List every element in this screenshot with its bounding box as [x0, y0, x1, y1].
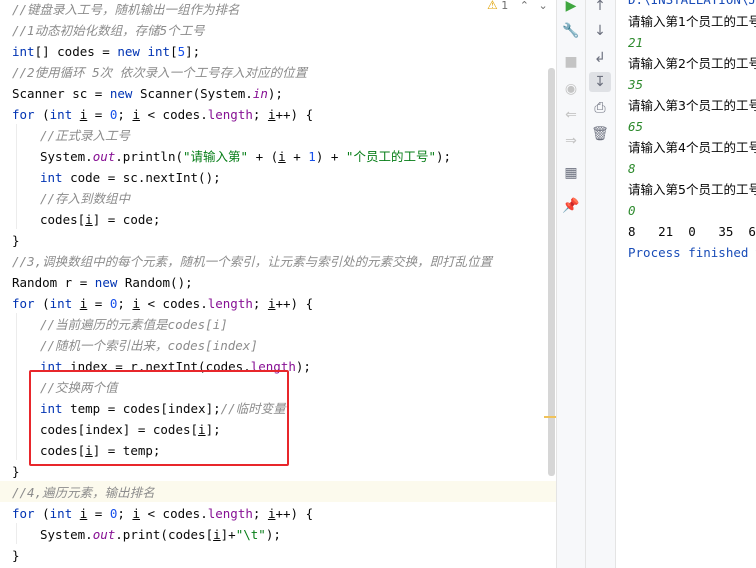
inspection-widget[interactable]: ⚠ 1 ⌃ ⌄	[487, 0, 548, 14]
code-line-1[interactable]: //键盘录入工号，随机输出一组作为排名	[12, 0, 240, 20]
print-icon[interactable]: ⎙	[589, 98, 611, 118]
code-line-26[interactable]: System.out.print(codes[i]+"\t");	[40, 524, 281, 545]
console-input: 0	[628, 203, 636, 218]
editor-scrollbar[interactable]	[548, 68, 555, 476]
code-line-13[interactable]: //3,调换数组中的每个元素，随机一个索引，让元素与索引处的元素交换，即打乱位置	[12, 251, 492, 272]
code-line-6[interactable]: for (int i = 0; i < codes.length; i++) {	[12, 104, 313, 125]
console-prompt: 请输入第2个员工的工号	[628, 56, 756, 71]
indent-guide	[16, 523, 17, 544]
console-prompt: 请输入第3个员工的工号	[628, 98, 756, 113]
code-line-7[interactable]: //正式录入工号	[40, 125, 130, 146]
camera-icon[interactable]: ◉	[560, 79, 582, 99]
indent-guide	[16, 124, 17, 229]
scroll-to-end-icon[interactable]: ↧	[589, 72, 611, 92]
code-line-5[interactable]: Scanner sc = new Scanner(System.in);	[12, 83, 283, 104]
run-console[interactable]: D:\INSTALLATION\JDK\... 请输入第1个员工的工号 21 请…	[616, 0, 756, 568]
code-line-14[interactable]: Random r = new Random();	[12, 272, 193, 293]
code-line-2[interactable]: //1动态初始化数组，存储5个工号	[12, 20, 205, 41]
console-prompt: 请输入第5个员工的工号	[628, 182, 756, 197]
comment: //键盘录入工号，随机输出一组作为排名	[12, 2, 240, 17]
code-line-4[interactable]: //2使用循环 5次 依次录入一个工号存入对应的位置	[12, 62, 307, 83]
soft-wrap-icon[interactable]: ↲	[589, 48, 611, 68]
comment: //1动态初始化数组，存储5个工号	[12, 23, 205, 38]
chevron-down-icon[interactable]: ⌄	[538, 0, 547, 12]
console-input: 65	[628, 119, 644, 134]
console-prompt: 请输入第1个员工的工号	[628, 14, 756, 29]
comment: //4,遍历元素，输出排名	[12, 485, 155, 500]
code-line-8[interactable]: System.out.println("请输入第" + (i + 1) + "个…	[40, 146, 451, 167]
indent-guide	[16, 313, 17, 460]
scrollbar-marker	[544, 416, 556, 418]
code-line-12[interactable]: }	[12, 230, 20, 251]
console-input: 35	[628, 77, 644, 92]
comment: //2使用循环 5次 依次录入一个工号存入对应的位置	[12, 65, 308, 80]
console-prompt: 请输入第4个员工的工号	[628, 140, 756, 155]
console-input: 8	[628, 161, 636, 176]
exit-icon[interactable]: ⇐	[560, 105, 582, 125]
code-line-23[interactable]: }	[12, 461, 20, 482]
code-line-17[interactable]: //随机一个索引出来，codes[index]	[40, 335, 258, 356]
console-input: 21	[628, 35, 644, 50]
code-editor[interactable]: //键盘录入工号，随机输出一组作为排名 //1动态初始化数组，存储5个工号 in…	[0, 0, 556, 568]
trash-icon[interactable]: 🗑	[589, 124, 611, 144]
highlight-annotation-box	[29, 370, 289, 466]
code-line-11[interactable]: codes[i] = code;	[40, 209, 160, 230]
stop-icon[interactable]: ■	[560, 52, 582, 72]
warning-count: 1	[501, 0, 509, 12]
run-icon[interactable]: ▶	[560, 0, 582, 16]
console-command-line: D:\INSTALLATION\JDK\...	[628, 0, 756, 10]
run-toolbar: ▶ 🔧 ■ ◉ ⇐ ⇒ ▦ 📌	[557, 0, 585, 568]
console-toolbar: ↑ ↓ ↲ ↧ ⎙ 🗑	[586, 0, 615, 568]
code-line-10[interactable]: //存入到数组中	[40, 188, 130, 209]
code-line-15[interactable]: for (int i = 0; i < codes.length; i++) {	[12, 293, 313, 314]
warning-icon: ⚠	[487, 0, 498, 12]
code-line-27[interactable]: }	[12, 545, 20, 566]
code-line-16[interactable]: //当前遍历的元素值是codes[i]	[40, 314, 228, 335]
code-line-25[interactable]: for (int i = 0; i < codes.length; i++) {	[12, 503, 313, 524]
arrow-up-icon[interactable]: ↑	[589, 0, 611, 16]
console-process-finished: Process finished with exit code 0	[628, 245, 756, 260]
code-line-9[interactable]: int code = sc.nextInt();	[40, 167, 221, 188]
login-icon[interactable]: ⇒	[560, 131, 582, 151]
code-line-3[interactable]: int[] codes = new int[5];	[12, 41, 200, 62]
layout-icon[interactable]: ▦	[560, 163, 582, 183]
pin-icon[interactable]: 📌	[560, 196, 582, 216]
code-line-24[interactable]: //4,遍历元素，输出排名	[12, 482, 155, 503]
arrow-down-icon[interactable]: ↓	[589, 21, 611, 41]
console-output: 8 21 0 35 65	[628, 224, 756, 239]
chevron-up-icon[interactable]: ⌃	[520, 0, 529, 12]
comment: //3,调换数组中的每个元素，随机一个索引，让元素与索引处的元素交换，即打乱位置	[12, 254, 493, 269]
wrench-icon[interactable]: 🔧	[560, 21, 582, 41]
